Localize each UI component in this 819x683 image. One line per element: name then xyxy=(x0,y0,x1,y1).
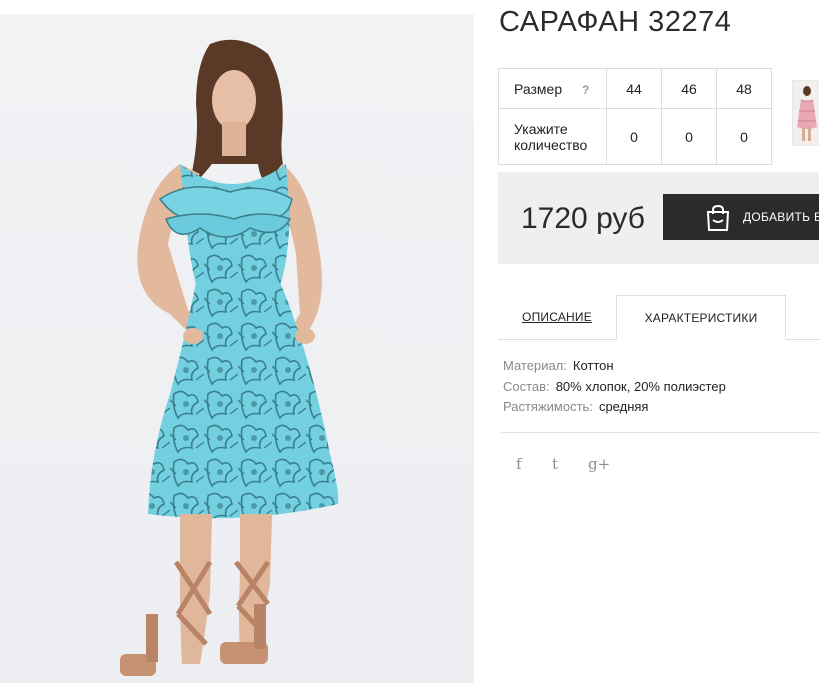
section-divider xyxy=(501,432,819,433)
characteristic-row: Растяжимость: средняя xyxy=(503,399,726,420)
shopping-bag-icon xyxy=(706,204,730,231)
quantity-input-48[interactable]: 0 xyxy=(716,108,772,165)
size-option-46[interactable]: 46 xyxy=(661,68,717,109)
size-option-44[interactable]: 44 xyxy=(606,68,662,109)
product-tabs: ОПИСАНИЕ ХАРАКТЕРИСТИКИ xyxy=(498,294,819,340)
characteristic-row: Материал: Коттон xyxy=(503,358,726,379)
size-table: Размер ? 44 46 48 Укажите количество 0 0… xyxy=(498,68,772,165)
size-label-cell: Размер ? xyxy=(498,68,607,109)
size-row: Размер ? 44 46 48 xyxy=(498,68,772,109)
characteristic-row: Состав: 80% хлопок, 20% полиэстер xyxy=(503,379,726,400)
characteristic-key: Состав: xyxy=(503,378,550,394)
characteristic-value: 80% хлопок, 20% полиэстер xyxy=(555,378,726,394)
tab-characteristics[interactable]: ХАРАКТЕРИСТИКИ xyxy=(616,295,786,340)
quantity-input-46[interactable]: 0 xyxy=(661,108,717,165)
characteristic-value: средняя xyxy=(598,399,649,414)
characteristic-key: Материал: xyxy=(503,358,567,373)
characteristic-value: Коттон xyxy=(572,358,614,373)
quantity-label-line2: количество xyxy=(514,136,588,153)
add-to-cart-button[interactable]: ДОБАВИТЬ В xyxy=(663,194,819,240)
size-label: Размер xyxy=(514,80,563,97)
quantity-row: Укажите количество 0 0 0 xyxy=(498,108,772,165)
google-plus-icon[interactable]: g+ xyxy=(588,455,610,473)
add-to-cart-label: ДОБАВИТЬ В xyxy=(743,210,819,224)
characteristic-key: Растяжимость: xyxy=(503,399,593,414)
help-icon[interactable]: ? xyxy=(582,83,589,97)
facebook-icon[interactable]: f xyxy=(516,455,522,473)
quantity-input-44[interactable]: 0 xyxy=(606,108,662,165)
size-option-48[interactable]: 48 xyxy=(716,68,772,109)
twitter-icon[interactable]: t xyxy=(552,455,558,473)
characteristics-list: Материал: Коттон Состав: 80% хлопок, 20% п… xyxy=(503,358,726,420)
model-illustration xyxy=(120,39,339,676)
quantity-label-cell: Укажите количество xyxy=(498,108,607,165)
product-title: САРАФАН 32274 xyxy=(499,6,732,38)
color-thumbnail[interactable] xyxy=(792,80,819,146)
tab-description[interactable]: ОПИСАНИЕ xyxy=(498,294,616,340)
product-photo[interactable] xyxy=(0,14,474,683)
price-box: 1720 руб ДОБАВИТЬ В xyxy=(498,172,819,264)
price: 1720 руб xyxy=(521,202,645,235)
thumbnail-image xyxy=(793,81,819,145)
quantity-label-line1: Укажите xyxy=(514,120,568,137)
